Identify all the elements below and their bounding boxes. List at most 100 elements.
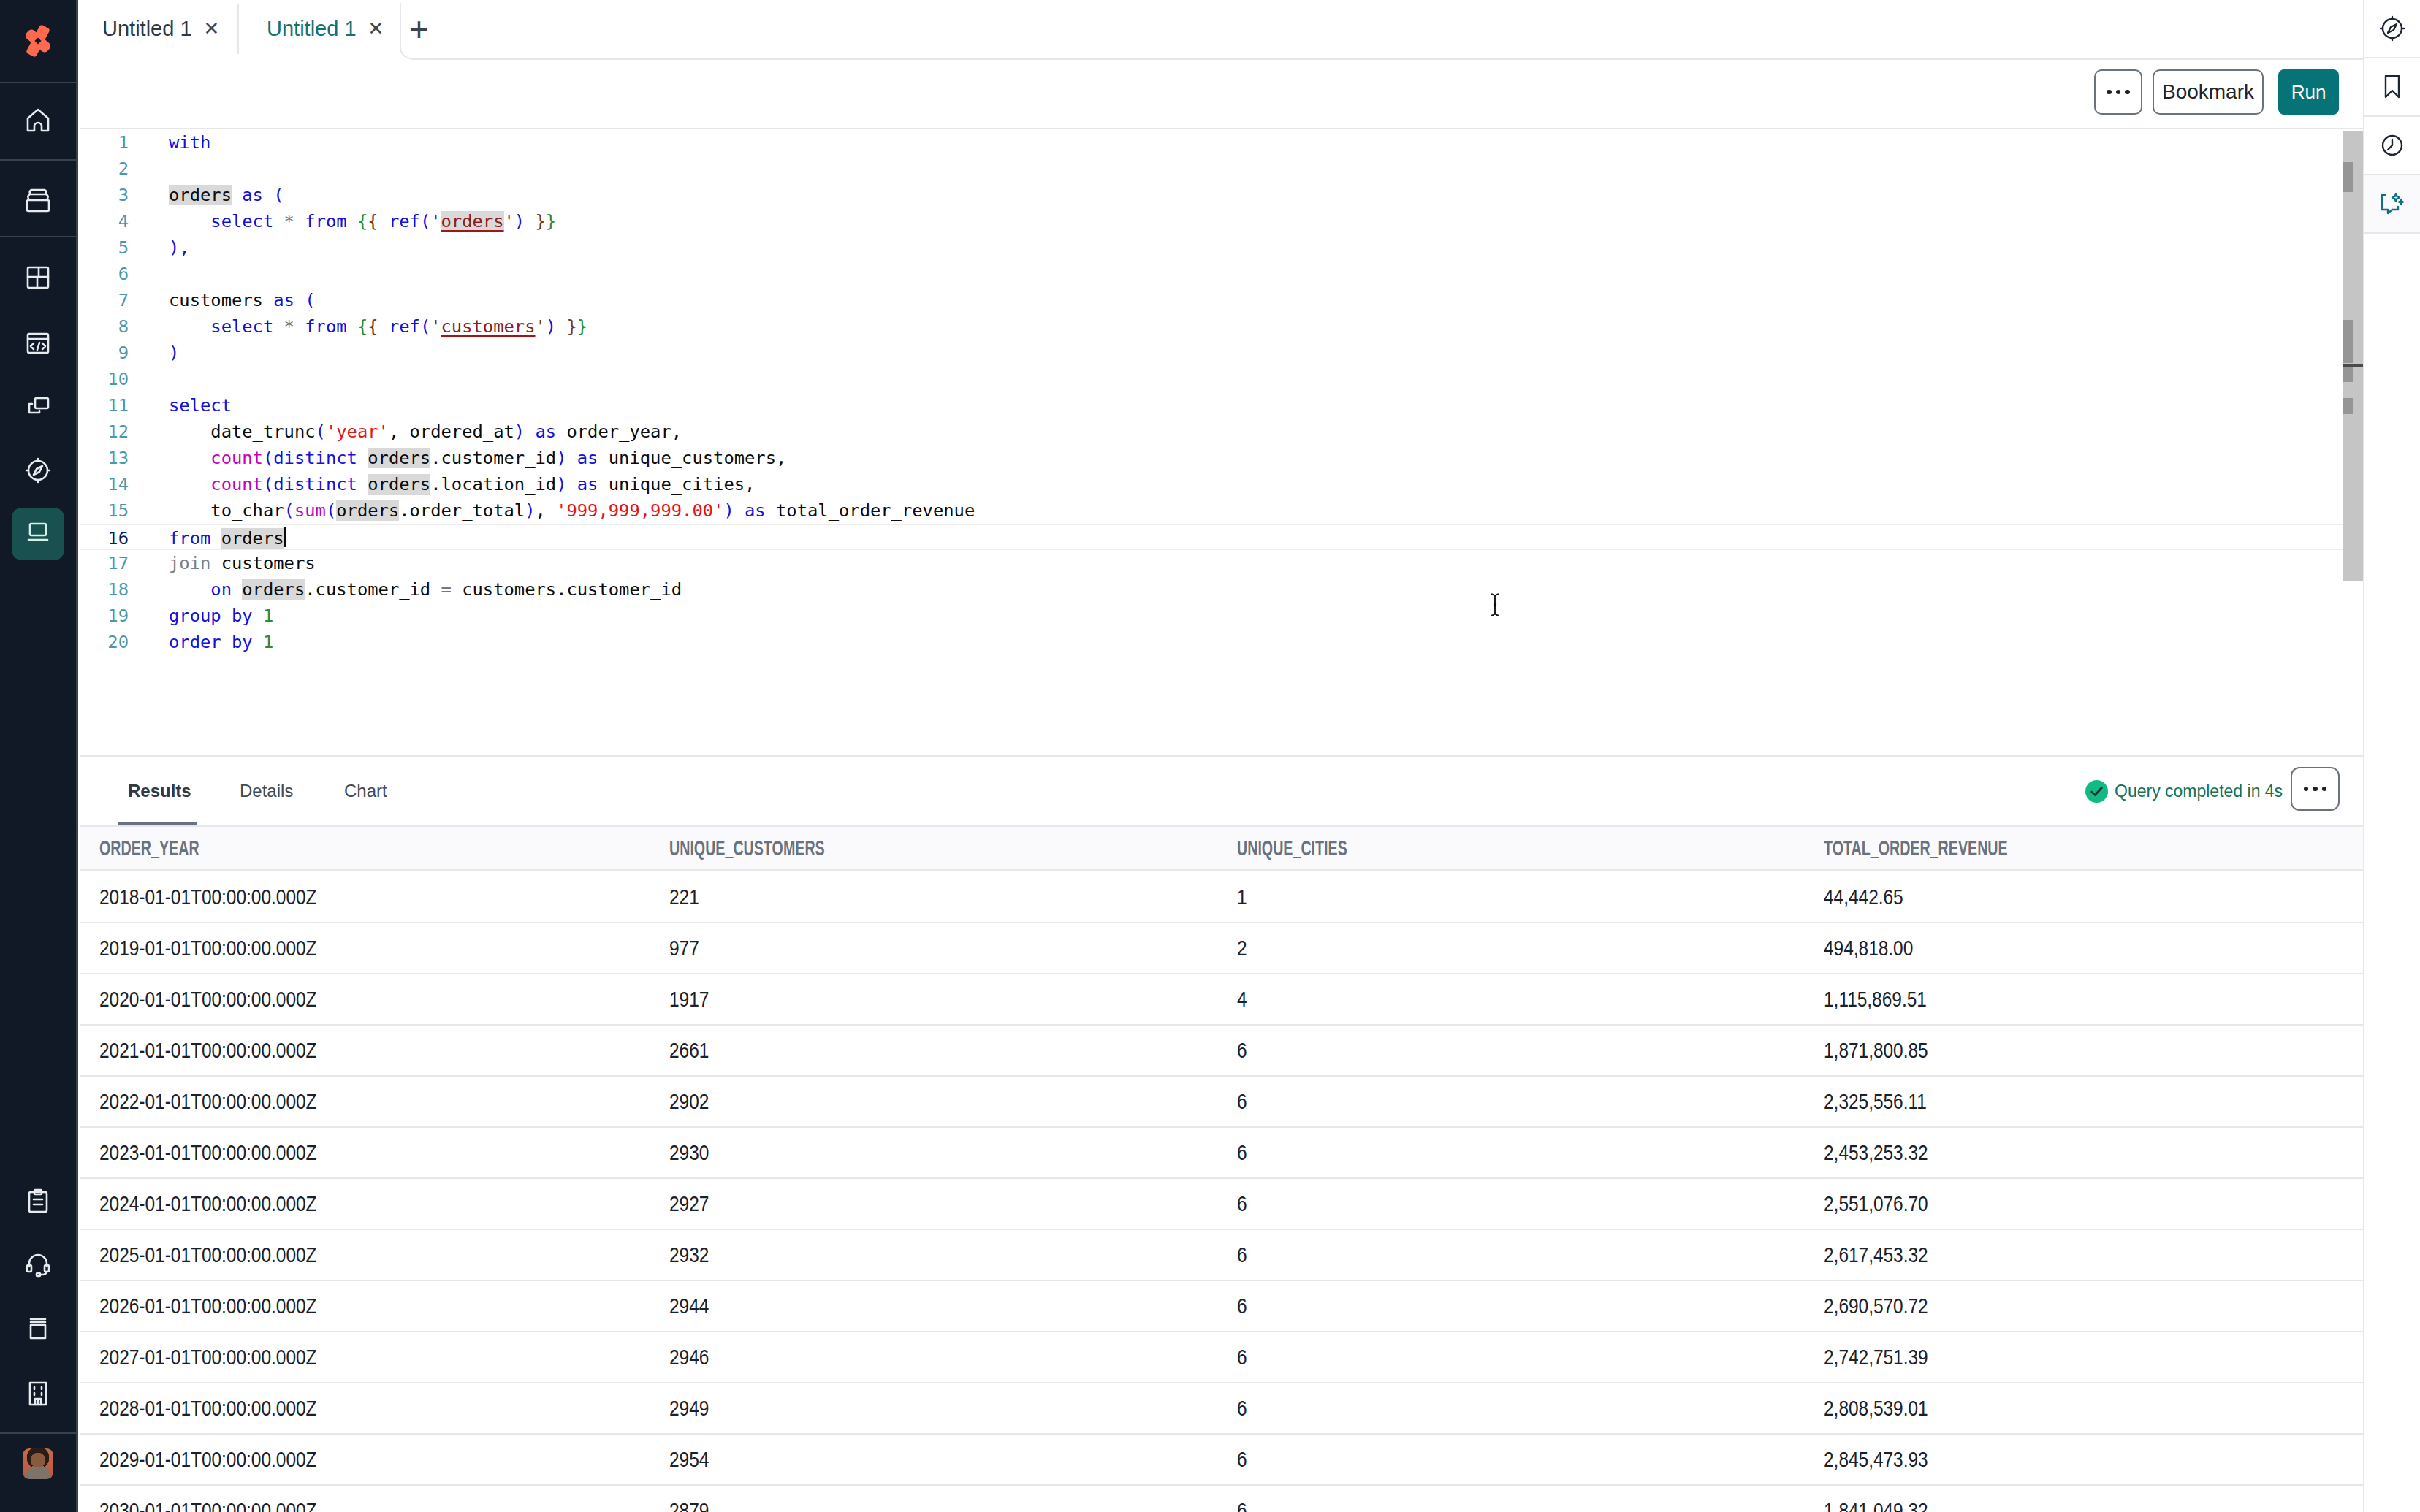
code-line-15[interactable]: 15 to_char(sum(orders.order_total), '999… bbox=[80, 497, 2363, 524]
check-circle-icon bbox=[2085, 780, 2108, 803]
table-row[interactable]: 2030-01-01T00:00:00.000Z287961,841,049.3… bbox=[80, 1486, 2363, 1512]
table-cell: 2946 bbox=[669, 1332, 718, 1382]
code-line-20[interactable]: 20order by 1 bbox=[80, 629, 2363, 655]
column-header-label: UNIQUE_CITIES bbox=[1237, 836, 1347, 860]
code-line-13[interactable]: 13 count(distinct orders.customer_id) as… bbox=[80, 445, 2363, 471]
bookmark-label: Bookmark bbox=[2162, 80, 2254, 104]
ai-chat-icon[interactable] bbox=[2364, 175, 2420, 234]
history-clock-icon[interactable] bbox=[2364, 117, 2420, 175]
column-header[interactable]: UNIQUE_CITIES bbox=[1237, 827, 1404, 869]
table-row[interactable]: 2020-01-01T00:00:00.000Z191741,115,869.5… bbox=[80, 974, 2363, 1026]
clipboard-icon[interactable] bbox=[23, 1187, 53, 1216]
table-cell: 2927 bbox=[669, 1179, 718, 1229]
table-cell: 44,442.65 bbox=[1824, 872, 1921, 922]
table-cell: 2,845,473.93 bbox=[1824, 1435, 1951, 1484]
editor-more-button[interactable] bbox=[2094, 69, 2142, 115]
table-row[interactable]: 2024-01-01T00:00:00.000Z292762,551,076.7… bbox=[80, 1179, 2363, 1230]
table-cell: 6 bbox=[1237, 1128, 1249, 1177]
new-tab-button[interactable]: + bbox=[409, 13, 429, 45]
code-line-8[interactable]: 8 select * from {{ ref('customers') }} bbox=[80, 313, 2363, 340]
table-cell: 2,742,751.39 bbox=[1824, 1332, 1951, 1382]
tab-details-label: Details bbox=[240, 781, 293, 801]
table-cell: 6 bbox=[1237, 1077, 1249, 1126]
sql-editor[interactable]: 1with23orders as (4 select * from {{ ref… bbox=[80, 129, 2363, 754]
editor-toolbar: Bookmark Run bbox=[80, 60, 2363, 129]
code-line-11[interactable]: 11select bbox=[80, 392, 2363, 419]
column-header-label: TOTAL_ORDER_REVENUE bbox=[1824, 836, 2008, 860]
code-line-19[interactable]: 19group by 1 bbox=[80, 603, 2363, 629]
column-header[interactable]: UNIQUE_CUSTOMERS bbox=[669, 827, 905, 869]
tab-results[interactable]: Results bbox=[128, 757, 191, 825]
explore-compass-icon[interactable] bbox=[2364, 0, 2420, 58]
code-line-3[interactable]: 3orders as ( bbox=[80, 182, 2363, 208]
tab-chart[interactable]: Chart bbox=[344, 757, 387, 825]
code-line-17[interactable]: 17join customers bbox=[80, 550, 2363, 576]
code-line-5[interactable]: 5), bbox=[80, 234, 2363, 261]
results-tab-bar: Results Details Chart Query completed in… bbox=[80, 757, 2363, 828]
compass-icon[interactable] bbox=[23, 456, 53, 485]
dashboard-icon[interactable] bbox=[23, 263, 53, 292]
organization-icon[interactable] bbox=[23, 1379, 53, 1408]
terminal-laptop-icon[interactable] bbox=[23, 518, 53, 547]
code-line-6[interactable]: 6 bbox=[80, 261, 2363, 287]
windows-icon[interactable] bbox=[23, 391, 53, 420]
table-cell: 6 bbox=[1237, 1281, 1249, 1331]
code-line-18[interactable]: 18 on orders.customer_id = customers.cus… bbox=[80, 576, 2363, 603]
code-line-1[interactable]: 1with bbox=[80, 129, 2363, 156]
run-button[interactable]: Run bbox=[2278, 69, 2339, 115]
table-row[interactable]: 2018-01-01T00:00:00.000Z221144,442.65 bbox=[80, 872, 2363, 923]
table-row[interactable]: 2019-01-01T00:00:00.000Z9772494,818.00 bbox=[80, 923, 2363, 974]
line-number: 10 bbox=[80, 366, 129, 392]
results-more-button[interactable] bbox=[2291, 767, 2340, 811]
line-number: 8 bbox=[80, 313, 129, 340]
line-number: 15 bbox=[80, 497, 129, 524]
tab-chart-label: Chart bbox=[344, 781, 387, 801]
tab-untitled-1[interactable]: Untitled 1 ✕ bbox=[102, 0, 219, 57]
bookmark-button[interactable]: Bookmark bbox=[2153, 69, 2264, 115]
tab-label: Untitled 1 bbox=[102, 17, 192, 41]
table-row[interactable]: 2022-01-01T00:00:00.000Z290262,325,556.1… bbox=[80, 1077, 2363, 1128]
code-line-14[interactable]: 14 count(distinct orders.location_id) as… bbox=[80, 471, 2363, 497]
tab-label: Untitled 1 bbox=[267, 17, 357, 41]
table-cell: 2902 bbox=[669, 1077, 718, 1126]
table-row[interactable]: 2026-01-01T00:00:00.000Z294462,690,570.7… bbox=[80, 1281, 2363, 1332]
tab-untitled-2[interactable]: Untitled 1 ✕ bbox=[267, 0, 384, 57]
table-row[interactable]: 2029-01-01T00:00:00.000Z295462,845,473.9… bbox=[80, 1435, 2363, 1486]
tab-close-icon[interactable]: ✕ bbox=[368, 18, 384, 40]
table-cell: 2026-01-01T00:00:00.000Z bbox=[99, 1281, 365, 1331]
code-line-10[interactable]: 10 bbox=[80, 366, 2363, 392]
tab-bar: Untitled 1 ✕ Untitled 1 ✕ + bbox=[80, 0, 2363, 60]
docs-book-icon[interactable] bbox=[23, 1313, 53, 1343]
code-line-12[interactable]: 12 date_trunc('year', ordered_at) as ord… bbox=[80, 419, 2363, 445]
inbox-icon[interactable] bbox=[23, 185, 53, 214]
app-logo-icon[interactable] bbox=[20, 23, 56, 58]
tab-results-label: Results bbox=[128, 781, 191, 801]
left-sidebar bbox=[0, 0, 78, 1512]
code-line-16[interactable]: 16from orders bbox=[80, 524, 2363, 550]
results-table-body: 2018-01-01T00:00:00.000Z221144,442.65201… bbox=[80, 872, 2363, 1512]
table-row[interactable]: 2028-01-01T00:00:00.000Z294962,808,539.0… bbox=[80, 1383, 2363, 1435]
table-row[interactable]: 2025-01-01T00:00:00.000Z293262,617,453.3… bbox=[80, 1230, 2363, 1281]
table-row[interactable]: 2023-01-01T00:00:00.000Z293062,453,253.3… bbox=[80, 1128, 2363, 1179]
ellipsis-icon bbox=[2107, 90, 2130, 95]
bookmarks-icon[interactable] bbox=[2364, 58, 2420, 117]
table-cell: 2018-01-01T00:00:00.000Z bbox=[99, 872, 365, 922]
table-row[interactable]: 2021-01-01T00:00:00.000Z266161,871,800.8… bbox=[80, 1026, 2363, 1077]
tab-close-icon[interactable]: ✕ bbox=[204, 18, 220, 40]
line-number: 7 bbox=[80, 287, 129, 313]
column-header[interactable]: ORDER_YEAR bbox=[99, 827, 251, 869]
column-header[interactable]: TOTAL_ORDER_REVENUE bbox=[1824, 827, 2102, 869]
home-icon[interactable] bbox=[23, 106, 53, 135]
code-line-9[interactable]: 9) bbox=[80, 340, 2363, 366]
code-line-4[interactable]: 4 select * from {{ ref('orders') }} bbox=[80, 208, 2363, 234]
user-avatar[interactable] bbox=[23, 1448, 53, 1479]
editor-scrollbar[interactable] bbox=[2343, 131, 2363, 581]
table-cell: 2,325,556.11 bbox=[1824, 1077, 1949, 1126]
headset-icon[interactable] bbox=[23, 1249, 53, 1278]
code-line-7[interactable]: 7customers as ( bbox=[80, 287, 2363, 313]
line-number: 1 bbox=[80, 129, 129, 156]
table-row[interactable]: 2027-01-01T00:00:00.000Z294662,742,751.3… bbox=[80, 1332, 2363, 1383]
code-line-2[interactable]: 2 bbox=[80, 156, 2363, 182]
tab-details[interactable]: Details bbox=[240, 757, 293, 825]
code-editor-icon[interactable] bbox=[23, 329, 53, 358]
